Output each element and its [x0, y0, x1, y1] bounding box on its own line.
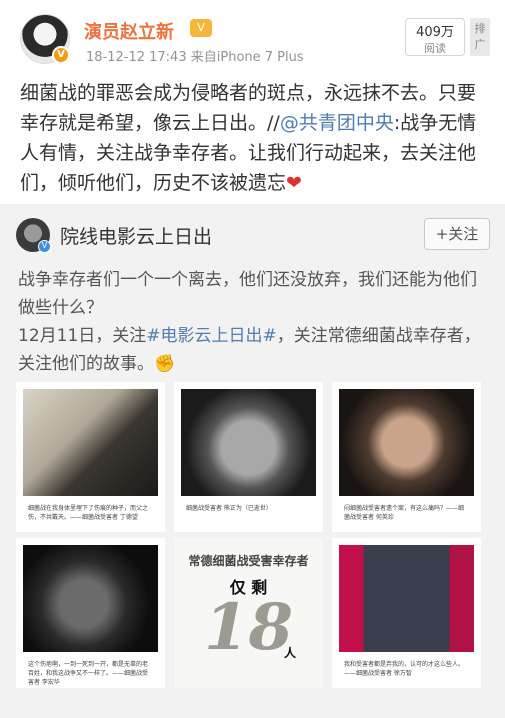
post-timestamp: 18-12-12 17:43: [86, 50, 187, 65]
survivor-photo: [23, 545, 158, 652]
repost-verified-icon: V: [38, 240, 51, 253]
fist-icon: ✊: [154, 354, 176, 374]
hashtag-link[interactable]: #电影云上日出#: [146, 326, 277, 346]
image-caption: 闷细菌战受害者遗个案，有这么痛吗？——细菌战受害者 何英珍: [344, 505, 465, 521]
survivor-photo: [181, 389, 316, 496]
mention-link[interactable]: @共青团中央: [280, 112, 394, 134]
repost-text-line1: 战争幸存者们一个一个离去，他们还没放弃，我们还能为他们做些什么？: [18, 270, 477, 318]
reads-label: 阅读: [424, 42, 446, 55]
reads-counter: 409万 阅读: [405, 18, 465, 56]
repost-text-prefix: 12月11日，关注: [18, 326, 147, 346]
post-body: 细菌战的罪恶会成为侵略者的斑点，永远抹不去。只要幸存就是希望，像云上日出。//@…: [20, 78, 490, 198]
poster-title: 常德细菌战受害幸存者: [188, 554, 309, 568]
follow-button[interactable]: +关注: [424, 218, 490, 250]
vip-crown-icon: V: [190, 19, 212, 37]
image-caption: 细菌战受害者 熊正为（已逝世）: [186, 505, 272, 512]
image-tile[interactable]: 细菌战在我身体里埋下了伤痕的种子，而父之伤，不共戴天。——细菌战受害者 丁德望: [16, 382, 165, 532]
image-tile[interactable]: 闷细菌战受害者遗个案，有这么痛吗？——细菌战受害者 何英珍: [332, 382, 481, 532]
post-username[interactable]: 演员赵立新: [84, 18, 174, 44]
post-source: 来自iPhone 7 Plus: [190, 50, 304, 65]
image-tile[interactable]: 常德细菌战受害幸存者 仅 剩 18 人: [174, 538, 323, 688]
image-tile[interactable]: 这个伤疤啊，一到一死到一开，都是无辜的老百姓，和我这战争又不一样了。——细菌战受…: [16, 538, 165, 688]
repost-username[interactable]: 院线电影云上日出: [60, 222, 212, 249]
promo-button[interactable]: 排广: [470, 18, 490, 56]
image-caption: 这个伤疤啊，一到一死到一开，都是无辜的老百姓，和我这战争又不一样了。——细菌战受…: [28, 661, 149, 686]
survivor-photo: [339, 545, 474, 652]
poster-unit: 人: [284, 646, 297, 660]
image-tile[interactable]: 细菌战受害者 熊正为（已逝世）: [174, 382, 323, 532]
survivor-photo: [23, 389, 158, 496]
post-meta: 18-12-12 17:43 来自iPhone 7 Plus: [86, 46, 304, 65]
verified-badge-icon: V: [52, 46, 70, 64]
post-header: V 演员赵立新 V 18-12-12 17:43 来自iPhone 7 Plus…: [0, 0, 505, 70]
heart-icon: ❤: [286, 172, 302, 194]
poster-number: 18: [203, 590, 294, 665]
image-caption: 我和受害者都是弃我的，认可的才这么些人。——细菌战受害者 徐万智: [344, 661, 465, 677]
reposted-card[interactable]: V 院线电影云上日出 +关注 战争幸存者们一个一个离去，他们还没放弃，我们还能为…: [0, 204, 505, 718]
image-tile[interactable]: 我和受害者都是弃我的，认可的才这么些人。——细菌战受害者 徐万智: [332, 538, 481, 688]
survivor-photo: [339, 389, 474, 496]
reads-count: 409万: [416, 25, 454, 40]
repost-body: 战争幸存者们一个一个离去，他们还没放弃，我们还能为他们做些什么？ 12月11日，关…: [18, 266, 492, 378]
repost-header: V 院线电影云上日出 +关注: [0, 214, 505, 258]
image-caption: 细菌战在我身体里埋下了伤痕的种子，而父之伤，不共戴天。——细菌战受害者 丁德望: [28, 505, 149, 521]
